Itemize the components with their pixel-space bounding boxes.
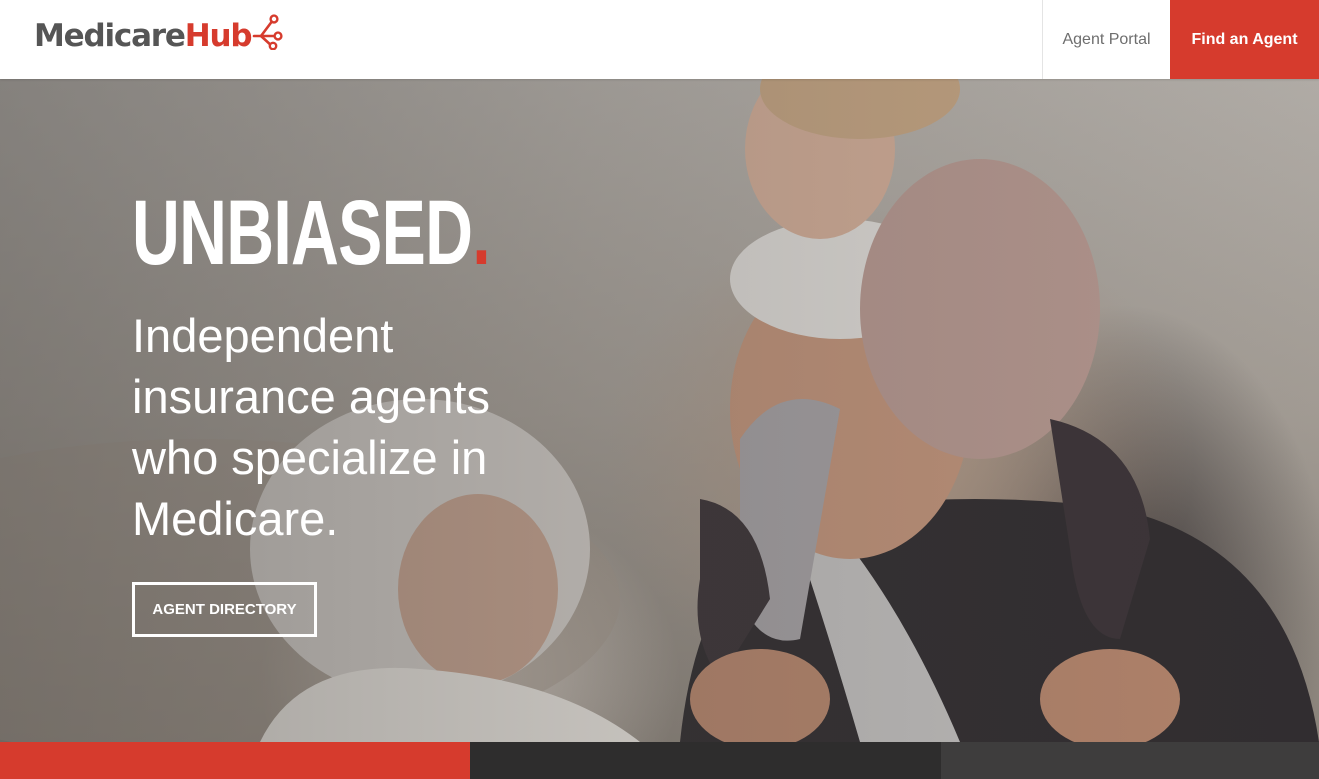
bottom-strip-gray (941, 742, 1319, 779)
logo-text-hub: Hub (184, 17, 253, 54)
hero-headline: UNBIASED. (132, 185, 491, 281)
bottom-color-strip (0, 742, 1319, 779)
hero-content: UNBIASED. Independent insurance agents w… (132, 185, 552, 549)
headline-dot: . (472, 182, 490, 284)
nav-find-an-agent[interactable]: Find an Agent (1170, 0, 1319, 79)
logo-wordmark: MedicareHub (34, 17, 253, 54)
hero-section: UNBIASED. Independent insurance agents w… (0, 79, 1319, 742)
bottom-strip-dark (470, 742, 941, 779)
logo-text-medicare: Medicare (34, 17, 186, 54)
hero-subheading: Independent insurance agents who special… (132, 309, 490, 545)
medicarehub-logo[interactable]: MedicareHub (34, 14, 284, 58)
headline-text: UNBIASED (132, 182, 473, 284)
nav-agent-portal[interactable]: Agent Portal (1042, 0, 1170, 79)
bottom-strip-red (0, 742, 470, 779)
site-header: MedicareHub Agent Portal Find an Agent (0, 0, 1319, 79)
network-hub-icon (253, 14, 283, 50)
agent-directory-button[interactable]: AGENT DIRECTORY (132, 582, 317, 637)
